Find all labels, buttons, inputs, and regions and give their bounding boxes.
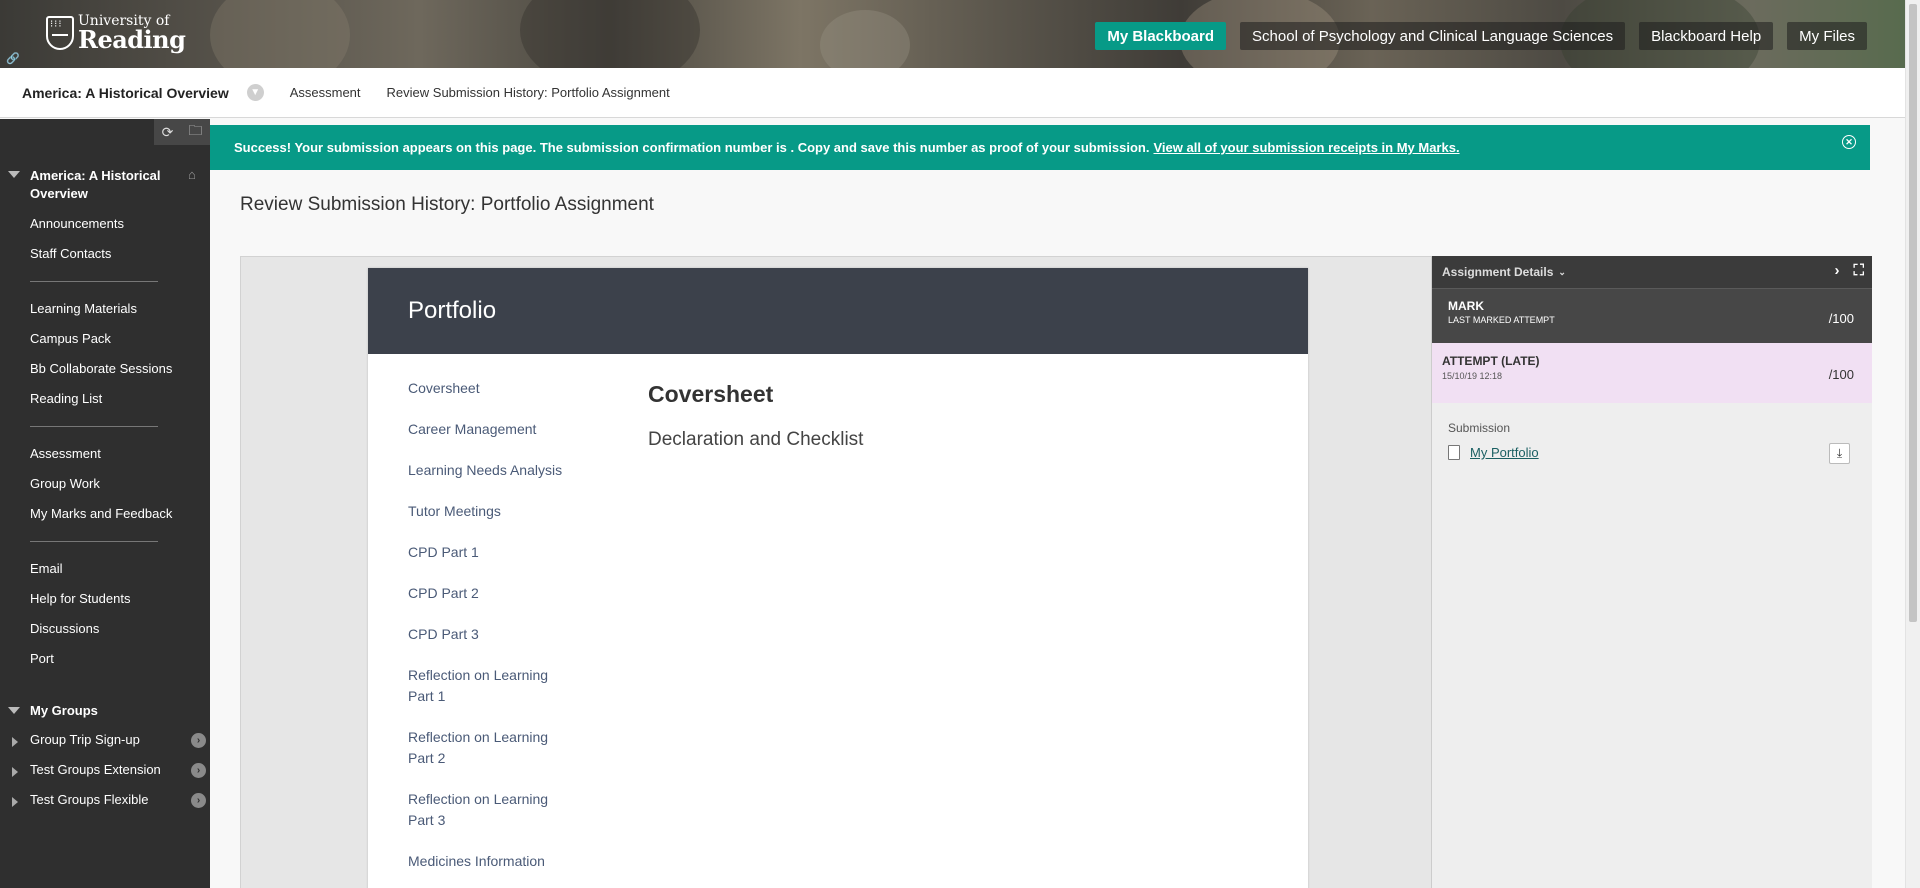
top-navigation: My Blackboard School of Psychology and C… — [1095, 22, 1867, 50]
document-viewer[interactable]: Portfolio Coversheet Career Management L… — [240, 256, 1432, 888]
document-toc: Coversheet Career Management Learning Ne… — [408, 378, 568, 888]
page-scrollbar[interactable] — [1905, 0, 1920, 888]
submission-label: Submission — [1448, 421, 1511, 435]
link-icon[interactable]: 🔗 — [6, 52, 20, 65]
mark-sublabel: LAST MARKED ATTEMPT — [1448, 315, 1555, 325]
document-icon — [1448, 445, 1460, 460]
document-banner: Portfolio — [368, 268, 1308, 354]
close-icon[interactable]: ✕ — [1842, 135, 1856, 149]
toc-item[interactable]: Reflection on Learning Part 3 — [408, 789, 568, 831]
sidebar-item-my-marks[interactable]: My Marks and Feedback — [30, 506, 172, 521]
group-item-test-extension[interactable]: Test Groups Extension — [30, 762, 161, 777]
sidebar-item-assessment[interactable]: Assessment — [30, 446, 101, 461]
go-arrow-icon[interactable]: › — [191, 733, 206, 748]
success-banner: Success! Your submission appears on this… — [210, 125, 1870, 170]
toc-item[interactable]: Career Management — [408, 419, 568, 440]
section-subheading: Declaration and Checklist — [648, 429, 864, 450]
breadcrumb-course[interactable]: America: A Historical Overview — [22, 85, 229, 101]
group-item-test-flexible[interactable]: Test Groups Flexible — [30, 792, 149, 807]
sidebar-item-bb-collaborate[interactable]: Bb Collaborate Sessions — [30, 361, 172, 376]
toc-item[interactable]: Learning Needs Analysis — [408, 460, 568, 481]
refresh-icon[interactable]: ⟳ — [162, 124, 174, 141]
logo-line2: Reading — [78, 25, 186, 54]
sidebar-item-reading-list[interactable]: Reading List — [30, 391, 102, 406]
sidebar-item-email[interactable]: Email — [30, 561, 63, 576]
section-heading: Coversheet — [648, 381, 774, 407]
toc-item[interactable]: CPD Part 1 — [408, 542, 568, 563]
toc-item[interactable]: Medicines Information — [408, 851, 568, 872]
chevron-down-icon[interactable]: ▼ — [246, 84, 264, 101]
mark-score: /100 — [1828, 311, 1854, 326]
menu-divider — [30, 281, 158, 282]
go-arrow-icon[interactable]: › — [191, 793, 206, 808]
breadcrumb-item-assessment[interactable]: Assessment — [290, 85, 361, 100]
mark-label: MARK — [1448, 299, 1484, 313]
nav-blackboard-help[interactable]: Blackboard Help — [1639, 22, 1774, 50]
toc-item[interactable]: CPD Part 3 — [408, 624, 568, 645]
crest-icon — [46, 16, 74, 50]
toc-item[interactable]: Coversheet — [408, 378, 568, 399]
toc-item[interactable]: CPD Part 2 — [408, 583, 568, 604]
course-menu-title[interactable]: America: A Historical Overview — [30, 167, 180, 203]
sidebar-item-discussions[interactable]: Discussions — [30, 621, 99, 636]
sidebar-item-staff-contacts[interactable]: Staff Contacts — [30, 246, 111, 261]
expand-arrow-icon[interactable] — [12, 767, 18, 777]
success-message: Success! Your submission appears on this… — [234, 140, 1150, 155]
assignment-details-panel: Assignment Details ⌄ › ⛶ MARK LAST MARKE… — [1431, 256, 1872, 888]
nav-school[interactable]: School of Psychology and Clinical Langua… — [1240, 22, 1626, 50]
collapse-caret-icon[interactable] — [8, 171, 20, 178]
expand-arrow-icon[interactable] — [12, 797, 18, 807]
toc-item[interactable]: Tutor Meetings — [408, 501, 568, 522]
menu-tools: ⟳ 🗀 — [154, 119, 210, 145]
folder-icon[interactable]: 🗀 — [188, 120, 202, 144]
breadcrumb: America: A Historical Overview ▼ Assessm… — [0, 68, 1905, 118]
my-groups-heading[interactable]: My Groups — [30, 703, 98, 718]
mark-section: MARK LAST MARKED ATTEMPT /100 — [1432, 288, 1872, 343]
attempt-score: /100 — [1828, 367, 1854, 382]
menu-divider — [30, 426, 158, 427]
attempt-label: ATTEMPT (LATE) — [1442, 354, 1540, 368]
attempt-date: 15/10/19 12:18 — [1442, 371, 1503, 381]
sidebar-item-announcements[interactable]: Announcements — [30, 216, 124, 231]
submission-file: My Portfolio — [1448, 445, 1539, 460]
nav-my-blackboard[interactable]: My Blackboard — [1095, 22, 1227, 50]
course-menu: ⟳ 🗀 America: A Historical Overview ⌂ Ann… — [0, 119, 210, 888]
details-title[interactable]: Assignment Details — [1442, 265, 1553, 279]
university-logo[interactable]: University of Reading — [46, 14, 186, 54]
sidebar-item-port[interactable]: Port — [30, 651, 54, 666]
go-arrow-icon[interactable]: › — [191, 763, 206, 778]
sidebar-item-group-work[interactable]: Group Work — [30, 476, 100, 491]
toc-item[interactable]: Reflection on Learning Part 2 — [408, 727, 568, 769]
submission-file-link[interactable]: My Portfolio — [1470, 445, 1539, 460]
download-icon[interactable]: ⤓ — [1829, 443, 1850, 464]
group-item-trip-signup[interactable]: Group Trip Sign-up — [30, 732, 140, 747]
collapse-caret-icon[interactable] — [8, 707, 20, 714]
nav-my-files[interactable]: My Files — [1787, 22, 1867, 50]
chevron-down-icon[interactable]: ⌄ — [1558, 267, 1566, 278]
portfolio-document: Portfolio Coversheet Career Management L… — [368, 268, 1308, 888]
toc-item[interactable]: Reflection on Learning Part 1 — [408, 665, 568, 707]
scrollbar-thumb[interactable] — [1909, 4, 1917, 622]
breadcrumb-item-current: Review Submission History: Portfolio Ass… — [386, 85, 670, 100]
page-title: Review Submission History: Portfolio Ass… — [240, 194, 654, 215]
home-icon[interactable]: ⌂ — [188, 167, 202, 182]
expand-arrow-icon[interactable] — [12, 737, 18, 747]
menu-divider — [30, 541, 158, 542]
fullscreen-icon[interactable]: ⛶ — [1853, 262, 1864, 279]
header-banner: University of Reading 🔗 My Blackboard Sc… — [0, 0, 1905, 68]
attempt-section[interactable]: ATTEMPT (LATE) 15/10/19 12:18 /100 — [1432, 343, 1872, 403]
collapse-panel-icon[interactable]: › — [1834, 262, 1839, 279]
sidebar-item-help-for-students[interactable]: Help for Students — [30, 591, 130, 606]
sidebar-item-campus-pack[interactable]: Campus Pack — [30, 331, 111, 346]
document-title: Portfolio — [408, 297, 497, 324]
sidebar-item-learning-materials[interactable]: Learning Materials — [30, 301, 137, 316]
receipts-link[interactable]: View all of your submission receipts in … — [1153, 140, 1459, 155]
details-header[interactable]: Assignment Details ⌄ › ⛶ — [1432, 256, 1872, 288]
